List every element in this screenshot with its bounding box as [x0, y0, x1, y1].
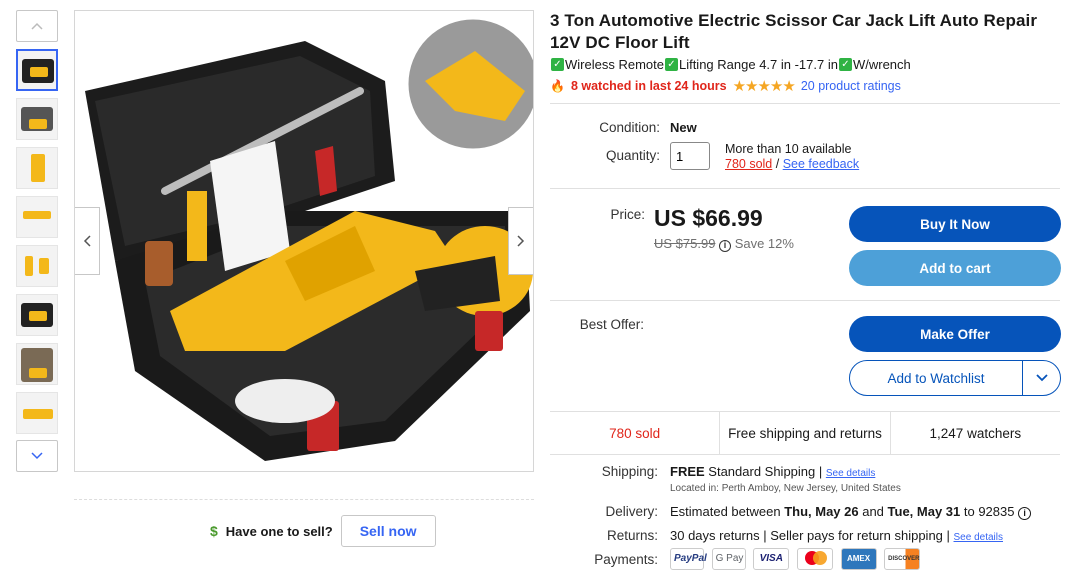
previous-image-button[interactable] — [75, 207, 100, 275]
main-product-image[interactable] — [74, 10, 534, 472]
availability-text: More than 10 available — [725, 142, 852, 156]
chevron-right-icon — [517, 235, 525, 247]
delivery-estimate: Estimated between Thu, May 26 and Tue, M… — [670, 504, 1032, 520]
ratings-link[interactable]: 20 product ratings — [801, 79, 901, 93]
shipping-label: Shipping: — [601, 464, 658, 479]
thumbnail-6[interactable] — [16, 294, 58, 336]
shipping-see-details-link[interactable]: See details — [826, 468, 875, 479]
amex-icon: AMEX — [840, 548, 877, 570]
google-pay-icon: G Pay — [711, 548, 746, 570]
dollar-icon: $ — [210, 523, 218, 539]
check-icon: ✓ — [838, 58, 852, 71]
sell-question: Have one to sell? — [225, 523, 333, 539]
mastercard-circles — [804, 551, 827, 565]
stats-bar: 780 sold Free shipping and returns 1,247… — [550, 411, 1060, 455]
price-discount: US $75.99 i Save 12% — [654, 236, 794, 252]
sold-count: 780 sold — [550, 412, 721, 454]
item-location: Located in: Perth Amboy, New Jersey, Uni… — [670, 483, 901, 494]
see-feedback-link[interactable]: See feedback — [783, 157, 859, 171]
delivery-to: Tue, May 31 — [887, 504, 961, 519]
product-photo — [85, 16, 533, 461]
feature-1: Wireless Remote — [565, 57, 664, 72]
delivery-from: Thu, May 26 — [784, 504, 859, 519]
price-label: Price: — [610, 207, 645, 222]
star-rating[interactable]: ★★★★★ — [733, 77, 796, 95]
discover-icon: DISCOVER — [884, 548, 921, 570]
sold-link[interactable]: 780 sold — [725, 157, 772, 171]
shipping-value: FREE Standard Shipping | See details — [670, 464, 875, 479]
check-icon: ✓ — [551, 58, 564, 71]
best-offer-label: Best Offer: — [579, 317, 644, 332]
sold-feedback: 780 sold / See feedback — [725, 157, 859, 171]
divider — [550, 300, 1060, 301]
thumbnail-5[interactable] — [16, 245, 58, 287]
returns-label: Returns: — [606, 528, 658, 543]
product-info-panel: 3 Ton Automotive Electric Scissor Car Ja… — [550, 10, 1061, 570]
feature-2: Lifting Range 4.7 in -17.7 in — [678, 57, 838, 72]
thumbnail-scroll-up-button[interactable] — [16, 10, 58, 42]
info-icon[interactable]: i — [719, 240, 732, 252]
delivery-prefix: Estimated between — [670, 504, 785, 519]
quantity-input[interactable] — [670, 142, 710, 170]
social-proof-row: 🔥 8 watched in last 24 hours ★★★★★ 20 pr… — [550, 77, 1060, 95]
feature-3: W/wrench — [852, 57, 911, 72]
chevron-down-icon — [31, 452, 43, 460]
thumbnail-2[interactable] — [16, 98, 58, 140]
condition-value: New — [670, 120, 697, 135]
add-to-cart-button[interactable]: Add to cart — [849, 250, 1061, 286]
payments-label: Payments: — [594, 552, 658, 567]
watcher-count: 1,247 watchers — [929, 425, 1022, 441]
savings-text: Save 12% — [734, 236, 794, 251]
delivery-and: and — [858, 504, 888, 519]
paypal-icon: PayPal — [670, 548, 707, 570]
chevron-left-icon — [83, 235, 91, 247]
quantity-label: Quantity: — [605, 148, 660, 163]
thumbnail-7[interactable] — [16, 343, 58, 385]
next-image-button[interactable] — [508, 207, 533, 275]
visa-icon: VISA — [753, 548, 790, 570]
free-shipping: FREE — [670, 464, 705, 479]
flame-icon: 🔥 — [550, 79, 565, 93]
returns-text: 30 days returns | Seller pays for return… — [670, 528, 954, 543]
product-page: $ Have one to sell? Sell now 3 Ton Autom… — [0, 0, 1080, 582]
divider — [550, 188, 1060, 189]
sell-prompt: $ Have one to sell? Sell now — [210, 515, 436, 547]
payment-methods: PayPal G Pay VISA AMEX DISCOVER — [670, 548, 924, 570]
thumbnail-scroll-down-button[interactable] — [16, 440, 58, 472]
thumbnail-8[interactable] — [16, 392, 58, 434]
condition-label: Condition: — [599, 120, 660, 135]
watchlist-dropdown-button[interactable] — [1023, 374, 1060, 382]
returns-see-details-link[interactable]: See details — [954, 532, 1003, 543]
thumbnail-strip — [16, 10, 58, 472]
check-icon: ✓ — [664, 58, 678, 71]
info-icon[interactable]: i — [1018, 507, 1032, 520]
make-offer-button[interactable]: Make Offer — [849, 316, 1061, 352]
watched-count: 8 watched in last 24 hours — [570, 79, 727, 93]
delivery-suffix: to 92835 — [960, 504, 1019, 519]
original-price: US $75.99 — [654, 236, 716, 251]
divider — [550, 103, 1060, 104]
add-to-watchlist-button[interactable]: Add to Watchlist — [850, 371, 1022, 386]
sell-now-button[interactable]: Sell now — [340, 515, 436, 547]
divider — [74, 499, 534, 500]
feature-list: ✓ Wireless Remote ✓ Lifting Range 4.7 in… — [550, 57, 1060, 72]
thumbnail-4[interactable] — [16, 196, 58, 238]
separator: / — [772, 157, 783, 171]
shipping-method: Standard Shipping | — [704, 464, 826, 479]
shipping-summary: Free shipping and returns — [720, 412, 891, 454]
returns-value: 30 days returns | Seller pays for return… — [670, 528, 1003, 543]
product-title: 3 Ton Automotive Electric Scissor Car Ja… — [550, 11, 1038, 52]
chevron-down-icon — [1035, 374, 1048, 382]
mastercard-icon — [796, 548, 833, 570]
thumbnail-1[interactable] — [16, 49, 58, 91]
buy-it-now-button[interactable]: Buy It Now — [849, 206, 1061, 242]
thumbnail-3[interactable] — [16, 147, 58, 189]
current-price: US $66.99 — [654, 205, 763, 231]
delivery-label: Delivery: — [605, 504, 658, 519]
add-to-watchlist-group: Add to Watchlist — [849, 360, 1061, 396]
chevron-up-icon — [31, 22, 43, 30]
